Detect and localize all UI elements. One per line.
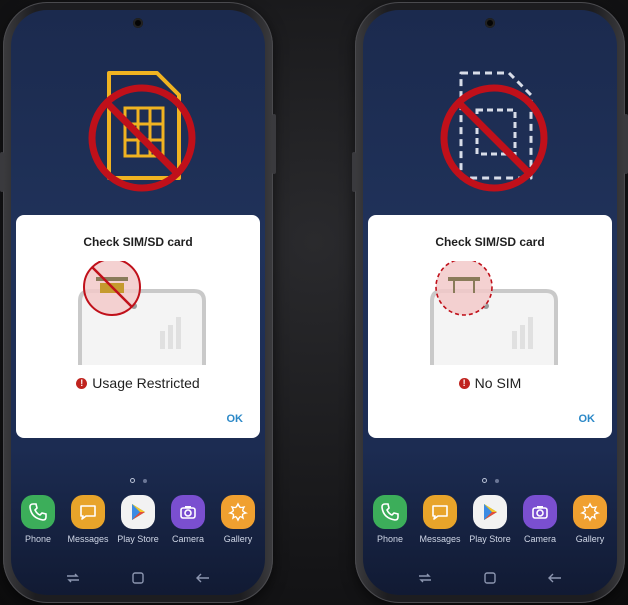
app-label: Gallery <box>223 534 253 544</box>
app-label: Messages <box>67 534 109 544</box>
app-dock: Phone Messages Play Store Camera Gallery <box>363 495 617 544</box>
screen: Check SIM/SD card ! Usage Restricted OK <box>11 10 265 595</box>
navigation-bar <box>363 570 617 586</box>
app-label: Camera <box>171 534 204 544</box>
app-label: Messages <box>419 534 461 544</box>
app-label: Phone <box>24 534 52 544</box>
page-indicator <box>11 470 265 488</box>
page-dot <box>494 479 499 483</box>
camera-icon[interactable] <box>171 495 205 529</box>
gallery-icon[interactable] <box>573 495 607 529</box>
back-button[interactable] <box>193 570 213 586</box>
app-messages[interactable]: Messages <box>63 495 113 544</box>
play-store-icon[interactable] <box>473 495 507 529</box>
no-sim-icon <box>440 71 548 192</box>
app-label: Phone <box>376 534 404 544</box>
phone-icon[interactable] <box>21 495 55 529</box>
home-button[interactable] <box>480 570 500 586</box>
camera-icon[interactable] <box>523 495 557 529</box>
status-message: ! Usage Restricted <box>16 375 260 391</box>
messages-icon[interactable] <box>423 495 457 529</box>
play-store-icon[interactable] <box>121 495 155 529</box>
check-sim-dialog: Check SIM/SD card ! No SIM OK <box>368 215 612 438</box>
volume-button <box>0 152 4 192</box>
page-dot <box>142 479 147 483</box>
sim-restricted-illustration <box>78 261 206 365</box>
app-label: Camera <box>523 534 556 544</box>
home-page-dot <box>129 478 135 483</box>
app-messages[interactable]: Messages <box>415 495 465 544</box>
app-label: Play Store <box>117 534 159 544</box>
recent-apps-button[interactable] <box>415 570 435 586</box>
volume-button <box>352 152 356 192</box>
app-dock: Phone Messages Play Store Camera Gallery <box>11 495 265 544</box>
app-play-store[interactable]: Play Store <box>465 495 515 544</box>
app-play-store[interactable]: Play Store <box>113 495 163 544</box>
app-camera[interactable]: Camera <box>163 495 213 544</box>
page-indicator <box>363 470 617 488</box>
navigation-bar <box>11 570 265 586</box>
screen: Check SIM/SD card ! No SIM OK Phone Mess… <box>363 10 617 595</box>
front-camera <box>133 18 143 28</box>
app-gallery[interactable]: Gallery <box>565 495 615 544</box>
home-page-dot <box>481 478 487 483</box>
app-phone[interactable]: Phone <box>13 495 63 544</box>
check-sim-dialog: Check SIM/SD card ! Usage Restricted OK <box>16 215 260 438</box>
messages-icon[interactable] <box>71 495 105 529</box>
gallery-icon[interactable] <box>221 495 255 529</box>
no-sim-illustration <box>430 261 558 365</box>
power-button <box>272 114 276 174</box>
ok-button[interactable]: OK <box>227 413 244 425</box>
app-camera[interactable]: Camera <box>515 495 565 544</box>
ok-button[interactable]: OK <box>579 413 596 425</box>
power-button <box>624 114 628 174</box>
front-camera <box>485 18 495 28</box>
warning-icon: ! <box>458 377 470 389</box>
home-button[interactable] <box>128 570 148 586</box>
back-button[interactable] <box>545 570 565 586</box>
status-message: ! No SIM <box>368 375 612 391</box>
app-label: Play Store <box>469 534 511 544</box>
status-text: Usage Restricted <box>92 375 200 391</box>
sim-blocked-icon <box>88 71 196 192</box>
recent-apps-button[interactable] <box>63 570 83 586</box>
phone-usage-restricted: Check SIM/SD card ! Usage Restricted OK <box>0 2 276 603</box>
warning-icon: ! <box>76 377 88 389</box>
phone-no-sim: Check SIM/SD card ! No SIM OK Phone Mess… <box>352 2 628 603</box>
app-gallery[interactable]: Gallery <box>213 495 263 544</box>
app-label: Gallery <box>575 534 605 544</box>
dialog-title: Check SIM/SD card <box>435 235 545 249</box>
phone-icon[interactable] <box>373 495 407 529</box>
app-phone[interactable]: Phone <box>365 495 415 544</box>
status-text: No SIM <box>474 375 522 391</box>
dialog-title: Check SIM/SD card <box>83 235 193 249</box>
